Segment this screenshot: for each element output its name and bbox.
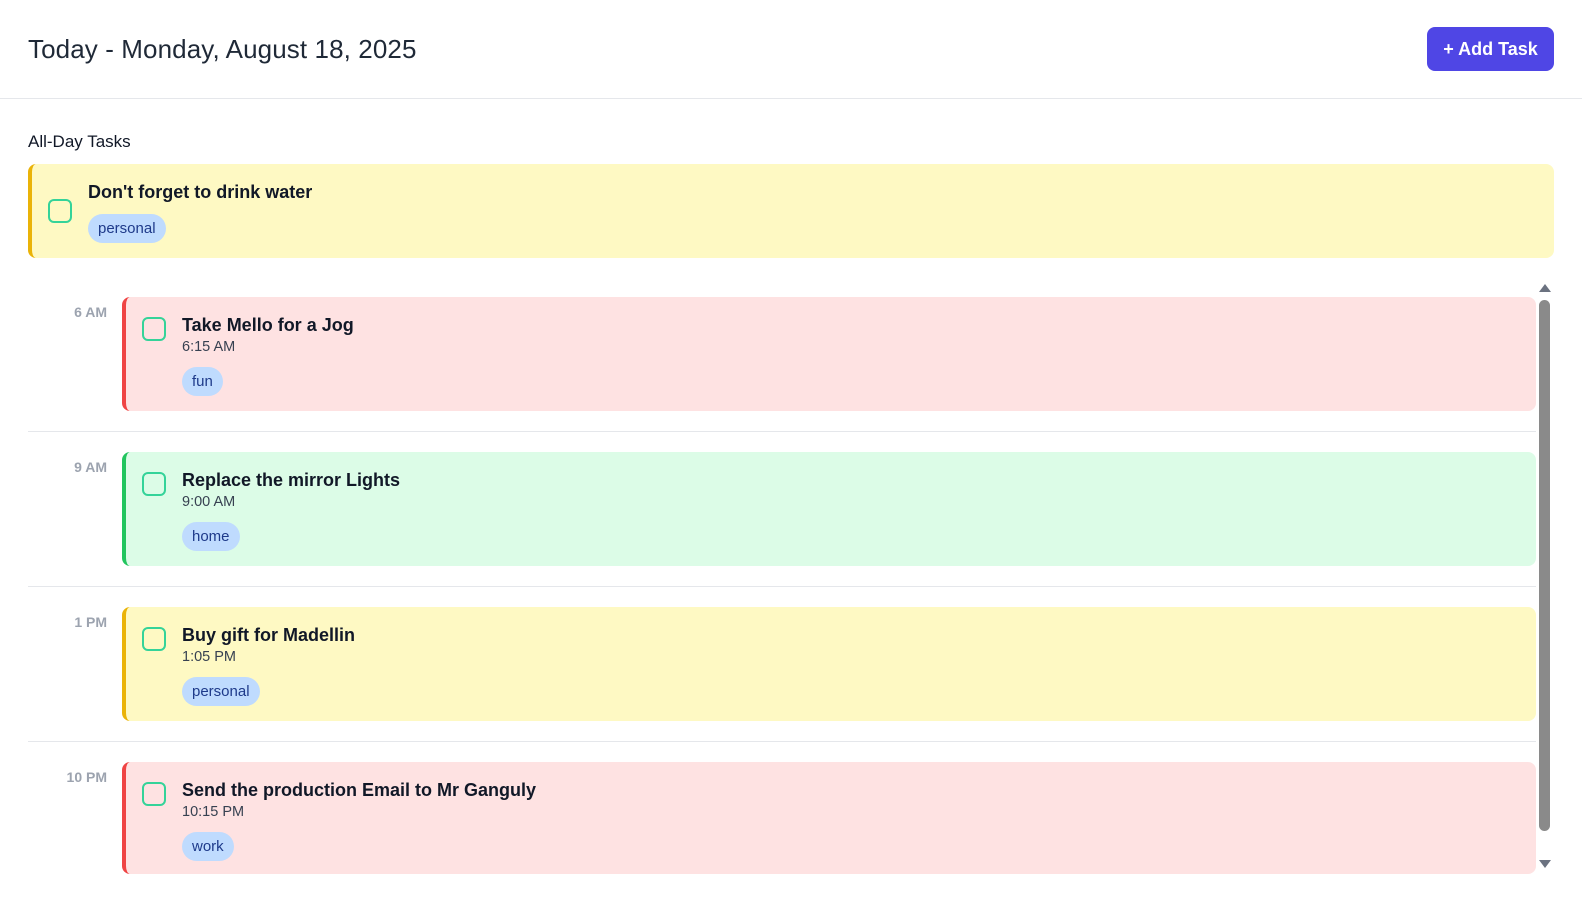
task-checkbox[interactable]	[48, 199, 72, 223]
task-time: 9:00 AM	[182, 494, 236, 510]
timed-task-card[interactable]: Replace the mirror Lights 9:00 AM home	[122, 452, 1536, 566]
task-title: Replace the mirror Lights	[182, 470, 401, 490]
task-time: 6:15 AM	[182, 339, 236, 355]
all-day-section-label: All-Day Tasks	[28, 132, 131, 151]
task-tag: fun	[182, 367, 223, 396]
task-checkbox[interactable]	[142, 472, 166, 496]
hour-label: 1 PM	[74, 614, 107, 630]
task-tag: personal	[88, 214, 166, 243]
all-day-task-card[interactable]: Don't forget to drink water personal	[28, 164, 1554, 258]
task-title: Don't forget to drink water	[88, 182, 313, 202]
task-checkbox[interactable]	[142, 317, 166, 341]
timeline-scrollbar[interactable]	[1536, 282, 1553, 874]
timed-task-card[interactable]: Send the production Email to Mr Ganguly …	[122, 762, 1536, 874]
hour-label: 6 AM	[74, 304, 107, 320]
task-tag: personal	[182, 677, 260, 706]
task-tag: work	[182, 832, 234, 861]
header: Today - Monday, August 18, 2025 + Add Ta…	[0, 0, 1582, 99]
task-checkbox[interactable]	[142, 782, 166, 806]
task-title: Buy gift for Madellin	[182, 625, 355, 645]
timed-task-card[interactable]: Take Mello for a Jog 6:15 AM fun	[122, 297, 1536, 411]
divider	[28, 431, 1536, 432]
task-checkbox[interactable]	[142, 627, 166, 651]
task-time: 1:05 PM	[182, 649, 236, 665]
task-title: Take Mello for a Jog	[182, 315, 354, 335]
divider	[28, 741, 1536, 742]
hour-label: 10 PM	[66, 769, 107, 785]
task-tag: home	[182, 522, 240, 551]
scroll-down-arrow-icon[interactable]	[1539, 860, 1551, 868]
timed-task-card[interactable]: Buy gift for Madellin 1:05 PM personal	[122, 607, 1536, 721]
task-title: Send the production Email to Mr Ganguly	[182, 780, 537, 800]
add-task-button[interactable]: + Add Task	[1427, 27, 1554, 71]
task-time: 10:15 PM	[182, 804, 245, 820]
scroll-up-arrow-icon[interactable]	[1539, 284, 1551, 292]
divider	[28, 586, 1536, 587]
hour-label: 9 AM	[74, 459, 107, 475]
page-title: Today - Monday, August 18, 2025	[28, 34, 417, 64]
scroll-thumb[interactable]	[1539, 300, 1550, 831]
